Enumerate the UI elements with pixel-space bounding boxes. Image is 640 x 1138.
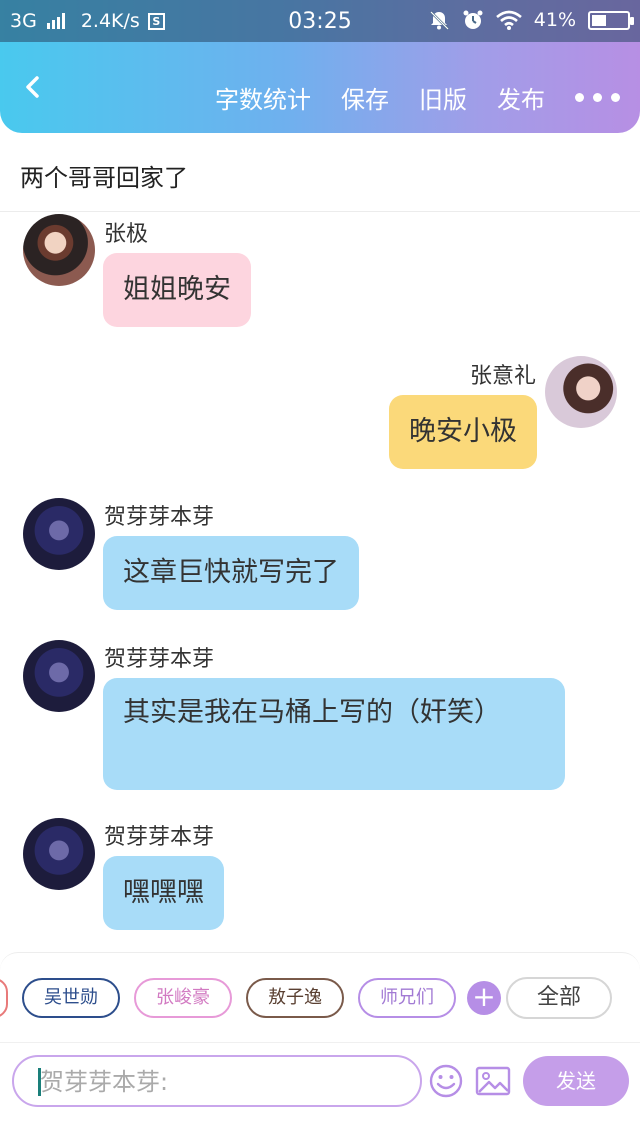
editor-header: 字数统计 保存 旧版 发布 <box>0 42 640 133</box>
add-character-button[interactable]: + <box>467 981 501 1015</box>
character-tag-bar: 吴世勋 张峻豪 敖子逸 师兄们 + 全部 <box>0 952 640 1042</box>
chevron-left-icon <box>26 76 39 98</box>
character-tag[interactable] <box>0 978 8 1018</box>
avatar[interactable] <box>23 214 95 286</box>
chapter-title[interactable]: 两个哥哥回家了 <box>20 158 188 193</box>
avatar[interactable] <box>23 818 95 890</box>
character-tag[interactable]: 敖子逸 <box>246 978 344 1018</box>
character-tag[interactable]: 师兄们 <box>358 978 456 1018</box>
character-tag[interactable]: 张峻豪 <box>134 978 232 1018</box>
sender-name: 张意礼 <box>469 364 536 389</box>
more-dots-icon[interactable] <box>575 93 620 102</box>
message-bubble[interactable]: 晚安小极 <box>389 395 537 469</box>
avatar[interactable] <box>23 498 95 570</box>
image-icon[interactable] <box>475 1063 511 1099</box>
sender-name: 贺芽芽本芽 <box>104 647 215 672</box>
word-count-button[interactable]: 字数统计 <box>215 80 311 115</box>
mute-notification-icon <box>429 11 449 30</box>
message-input[interactable] <box>40 1063 410 1101</box>
battery-icon <box>588 10 634 30</box>
alarm-icon <box>463 10 483 29</box>
avatar[interactable] <box>545 356 617 428</box>
all-characters-button[interactable]: 全部 <box>506 977 612 1019</box>
message-bubble[interactable]: 这章巨快就写完了 <box>103 536 359 610</box>
old-version-button[interactable]: 旧版 <box>419 80 467 115</box>
sender-name: 张极 <box>104 222 149 247</box>
chapter-title-bar: 两个哥哥回家了 <box>0 133 640 212</box>
publish-button[interactable]: 发布 <box>497 80 545 115</box>
send-button[interactable]: 发送 <box>523 1056 629 1106</box>
message-input-wrapper[interactable] <box>12 1055 422 1107</box>
battery-percent: 41% <box>533 9 576 31</box>
save-button[interactable]: 保存 <box>341 80 389 115</box>
character-tag[interactable]: 吴世勋 <box>22 978 120 1018</box>
message-bubble[interactable]: 嘿嘿嘿 <box>103 856 224 930</box>
wifi-icon <box>495 10 522 30</box>
status-bar: 3G 2.4K/s S 03:25 41% <box>0 0 640 42</box>
sender-name: 贺芽芽本芽 <box>104 505 215 530</box>
back-button[interactable] <box>18 72 48 102</box>
emoji-icon[interactable] <box>428 1063 464 1099</box>
avatar[interactable] <box>23 640 95 712</box>
message-bubble[interactable]: 其实是我在马桶上写的（奸笑） <box>103 678 565 790</box>
message-bubble[interactable]: 姐姐晚安 <box>103 253 251 327</box>
input-bar: 发送 <box>0 1042 640 1138</box>
sender-name: 贺芽芽本芽 <box>104 825 215 850</box>
